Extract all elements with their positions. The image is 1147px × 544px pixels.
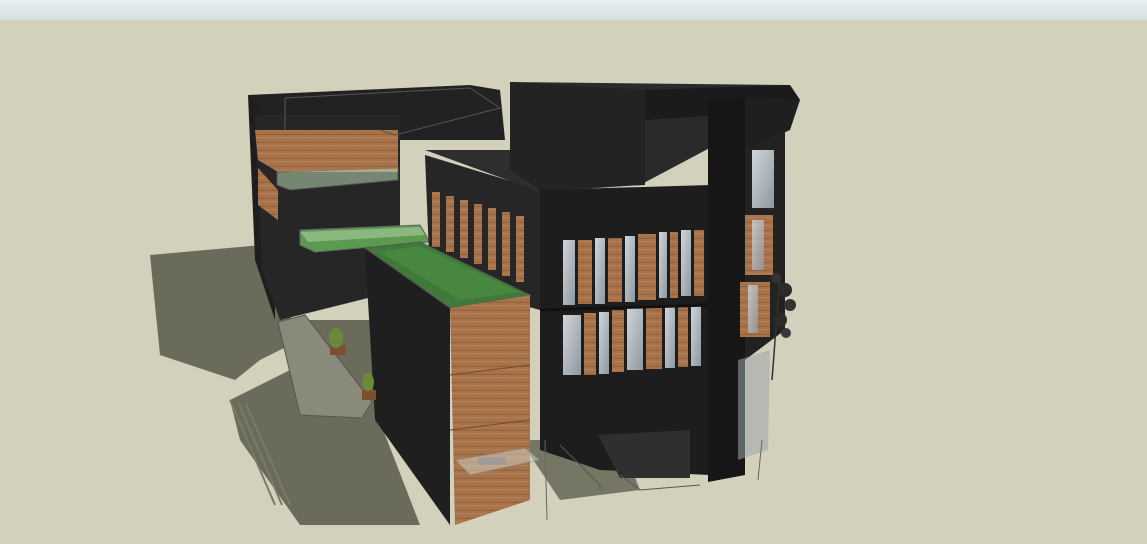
sketchup-viewport-window [0,0,1147,544]
window-band-upper [563,230,704,305]
building-model[interactable] [0,20,1147,544]
sky-gradient [0,0,1147,20]
3d-model-viewport[interactable] [0,20,1147,544]
